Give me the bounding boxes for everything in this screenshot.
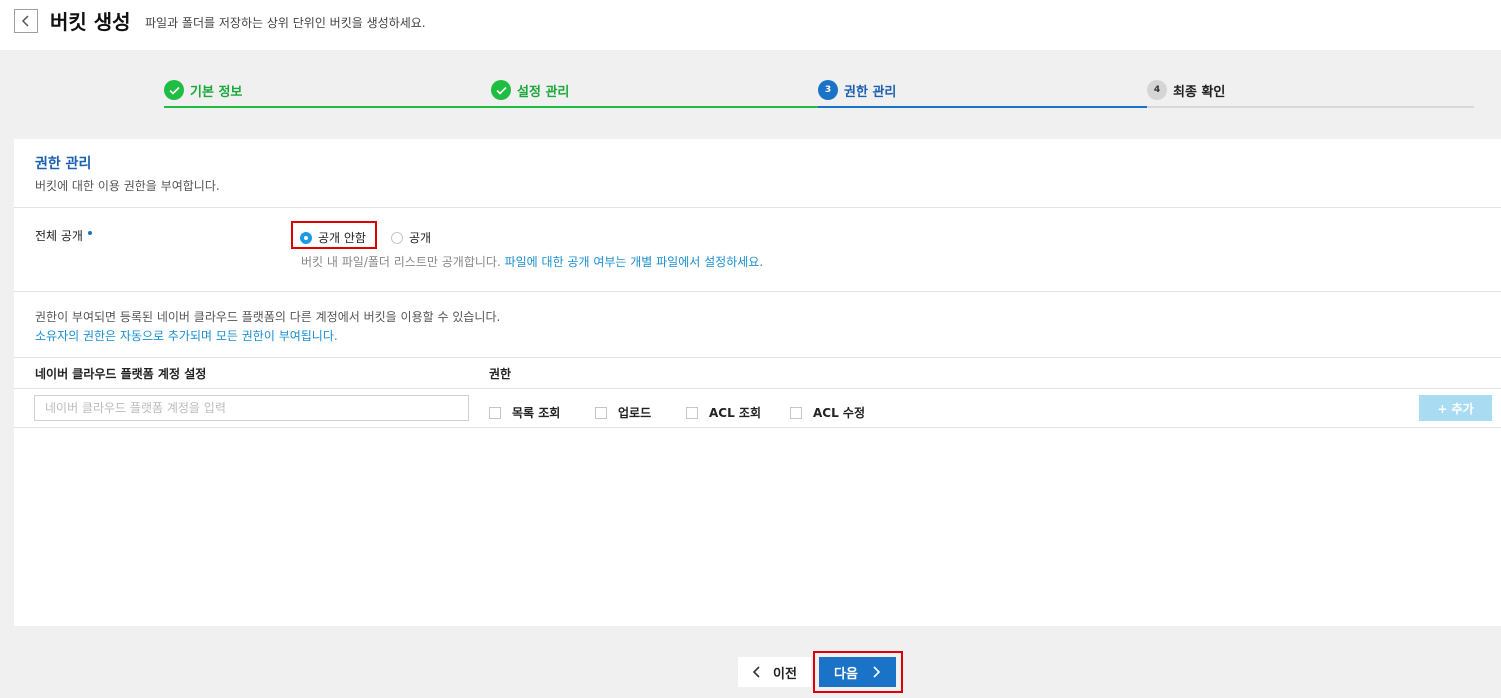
checkbox-upload[interactable]: 업로드 (595, 404, 651, 421)
radio-circle (391, 231, 403, 244)
permission-column-header: 권한 (489, 367, 512, 381)
checkbox-acl-edit[interactable]: ACL 수정 (790, 404, 865, 421)
public-access-help: 버킷 내 파일/폴더 리스트만 공개합니다. 파일에 대한 공개 여부는 개별 … (301, 253, 763, 270)
checkbox-box (595, 406, 607, 419)
account-input[interactable] (34, 395, 469, 421)
help-link[interactable]: 파일에 대한 공개 여부는 개별 파일에서 설정하세요. (505, 255, 764, 269)
add-button[interactable]: + 추가 (1419, 395, 1492, 421)
checkbox-box (489, 406, 501, 419)
check-icon (164, 80, 184, 100)
radio-circle (300, 231, 312, 244)
public-access-label: 전체 공개 (35, 227, 92, 244)
info-text: 권한이 부여되면 등록된 네이버 클라우드 플랫폼의 다른 계정에서 버킷을 이… (35, 310, 501, 324)
divider (14, 388, 1501, 389)
step-label: 설정 관리 (517, 85, 570, 100)
stepper: 기본 정보 설정 관리 3 권한 관리 4 최종 확인 (164, 78, 1474, 110)
radio-label: 공개 (409, 231, 432, 245)
radio-private[interactable]: 공개 안함 (300, 229, 366, 246)
checkbox-label: 업로드 (618, 406, 652, 420)
checkbox-box (686, 406, 698, 419)
divider (14, 291, 1501, 292)
checkbox-acl-read[interactable]: ACL 조회 (686, 404, 761, 421)
next-button[interactable]: 다음 (819, 657, 896, 687)
check-icon (491, 80, 511, 100)
checkbox-label: ACL 조회 (709, 406, 761, 420)
account-column-header: 네이버 클라우드 플랫폼 계정 설정 (35, 367, 207, 381)
info-note: 소유자의 권한은 자동으로 추가되며 모든 권한이 부여됩니다. (35, 329, 338, 343)
page-header: 버킷 생성 파일과 폴더를 저장하는 상위 단위인 버킷을 생성하세요. (0, 0, 1501, 50)
checkbox-label: 목록 조회 (512, 406, 561, 420)
chevron-left-icon (21, 15, 29, 27)
back-button[interactable] (14, 9, 38, 33)
required-indicator (87, 231, 92, 235)
checkbox-label: ACL 수정 (813, 406, 865, 420)
help-text: 버킷 내 파일/폴더 리스트만 공개합니다. (301, 255, 501, 269)
checkbox-list-read[interactable]: 목록 조회 (489, 404, 560, 421)
step-line-pending (1147, 106, 1474, 108)
divider (14, 427, 1501, 428)
permission-card: 권한 관리 버킷에 대한 이용 권한을 부여합니다. 전체 공개 공개 안함 공… (14, 139, 1501, 626)
public-access-label-text: 전체 공개 (35, 229, 83, 243)
step-label: 기본 정보 (190, 85, 243, 100)
step-line-completed (164, 106, 818, 108)
prev-label: 이전 (773, 666, 797, 682)
section-description: 버킷에 대한 이용 권한을 부여합니다. (35, 179, 220, 193)
page-description: 파일과 폴더를 저장하는 상위 단위인 버킷을 생성하세요. (145, 16, 426, 30)
divider (14, 357, 1501, 358)
radio-public[interactable]: 공개 (391, 229, 431, 246)
step-number: 4 (1147, 80, 1167, 100)
step-number: 3 (818, 80, 838, 100)
prev-button[interactable]: 이전 (738, 657, 811, 687)
checkbox-box (790, 406, 802, 419)
step-label: 권한 관리 (844, 85, 897, 100)
chevron-left-icon (752, 666, 760, 678)
step-label: 최종 확인 (1173, 85, 1226, 100)
section-title: 권한 관리 (35, 156, 92, 172)
chevron-right-icon (873, 666, 881, 678)
radio-label: 공개 안함 (318, 231, 366, 245)
page-title: 버킷 생성 (50, 10, 131, 34)
divider (14, 207, 1501, 208)
next-label: 다음 (834, 666, 858, 682)
step-line-active (818, 106, 1147, 108)
